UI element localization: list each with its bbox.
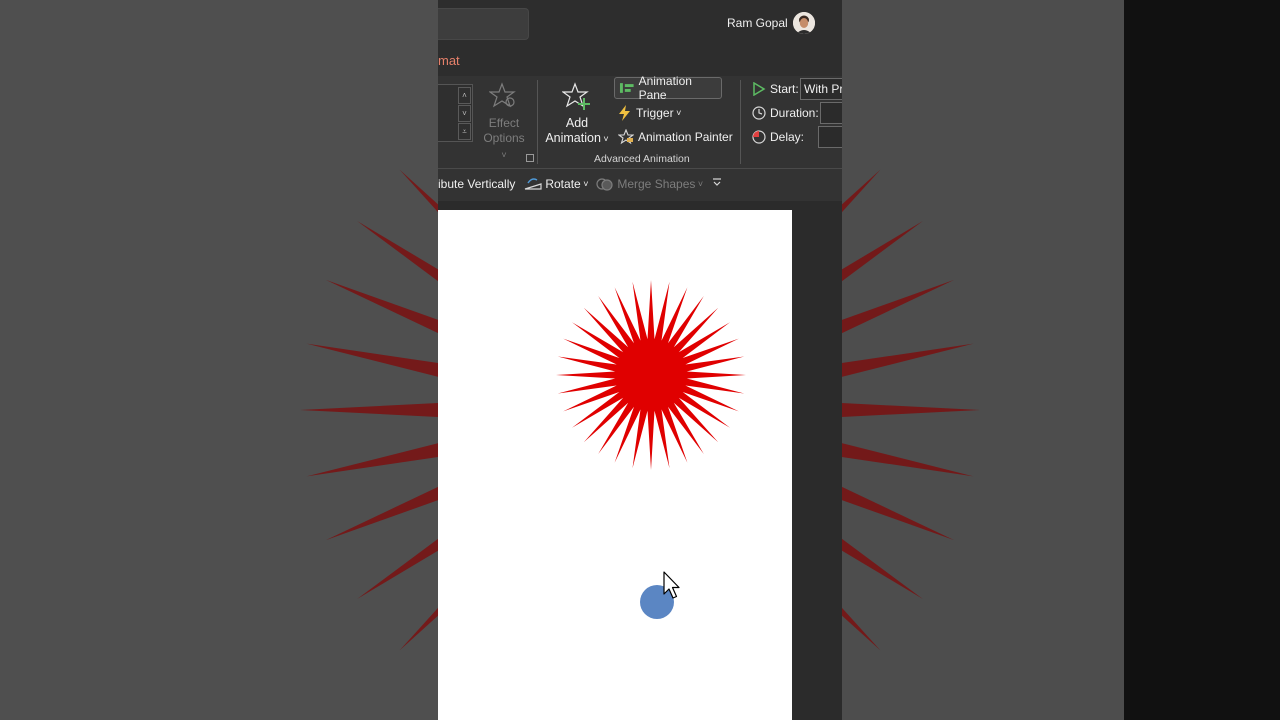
arrange-toolbar: ibute Vertically Rotate ˅ Merge Shapes ˅ (438, 168, 842, 201)
add-animation-icon (561, 82, 590, 110)
blurred-spike (300, 401, 461, 419)
group-label-advanced-animation: Advanced Animation (594, 153, 690, 165)
group-divider (740, 80, 741, 164)
slide-editor-area (438, 201, 842, 720)
starburst-shape[interactable] (556, 280, 746, 470)
trigger-label: Trigger (636, 106, 674, 120)
ribbon-animations: ˄ ˅ ⩡ Effect Options ˅ Add Animation ˅ A… (438, 74, 842, 168)
duration-label: Duration: (752, 102, 819, 124)
gallery-scroll-down-button[interactable]: ˅ (458, 105, 471, 122)
merge-shapes-label: Merge Shapes (617, 177, 696, 191)
rotate-label: Rotate (545, 177, 581, 191)
delay-input[interactable] (818, 126, 842, 148)
merge-shapes-icon (596, 178, 613, 191)
overflow-chevron-icon (713, 178, 721, 186)
effect-options-label-1: Effect (488, 116, 520, 130)
slide-shapes (556, 280, 746, 619)
toolbar-overflow-button[interactable] (712, 177, 722, 189)
animation-painter-icon (618, 129, 634, 145)
search-box[interactable] (438, 8, 529, 40)
title-bar: Ram Gopal (438, 0, 842, 46)
delay-label: Delay: (752, 126, 804, 148)
blurred-spike (819, 401, 980, 419)
merge-shapes-button[interactable]: Merge Shapes ˅ (596, 177, 703, 191)
lightning-icon (619, 105, 630, 121)
start-select[interactable]: With Pre (800, 78, 842, 100)
avatar[interactable] (793, 12, 815, 34)
effect-options-label-2: Options (483, 131, 525, 145)
animation-pane-icon (619, 83, 634, 93)
delay-label-text: Delay: (770, 130, 805, 144)
clock-icon (752, 106, 766, 120)
animation-gallery[interactable]: ˄ ˅ ⩡ (438, 84, 473, 142)
duration-input[interactable] (820, 102, 842, 124)
distribute-vertically-button[interactable]: ibute Vertically (438, 177, 515, 191)
animation-pane-button[interactable]: Animation Pane (614, 74, 722, 102)
rotate-button[interactable]: Rotate ˅ (524, 177, 588, 191)
effect-options-button[interactable]: Effect Options ˅ (482, 82, 526, 163)
gallery-more-button[interactable]: ⩡ (458, 123, 471, 140)
play-icon (753, 82, 766, 96)
add-animation-button[interactable]: Add Animation ˅ (542, 82, 612, 147)
group-divider (537, 80, 538, 164)
add-animation-label-2: Animation (545, 131, 601, 145)
add-animation-label-1: Add (565, 116, 589, 130)
start-label: Start: (752, 78, 799, 100)
gallery-scroll-up-button[interactable]: ˄ (458, 87, 471, 104)
animation-pane-label: Animation Pane (638, 74, 692, 102)
duration-label-text: Duration: (770, 106, 819, 120)
tab-shape-format[interactable]: mat (438, 53, 460, 68)
delay-clock-icon (752, 130, 766, 144)
powerpoint-window: Ram Gopal mat ˄ ˅ ⩡ Effect Options ˅ Add… (438, 0, 842, 720)
user-name[interactable]: Ram Gopal (727, 16, 788, 30)
animation-painter-button[interactable]: Animation Painter (618, 126, 733, 148)
ribbon-tab-row: mat (438, 46, 842, 76)
trigger-button[interactable]: Trigger ˅ (618, 102, 681, 124)
rotate-icon (524, 178, 542, 190)
effect-options-icon (488, 82, 516, 108)
slide-canvas[interactable] (438, 210, 792, 720)
distribute-vertically-label: ibute Vertically (438, 177, 516, 191)
dialog-launcher-icon[interactable] (526, 154, 534, 162)
start-label-text: Start: (770, 82, 799, 96)
animation-painter-label: Animation Painter (638, 130, 733, 144)
start-select-value: With Pre (804, 82, 842, 96)
